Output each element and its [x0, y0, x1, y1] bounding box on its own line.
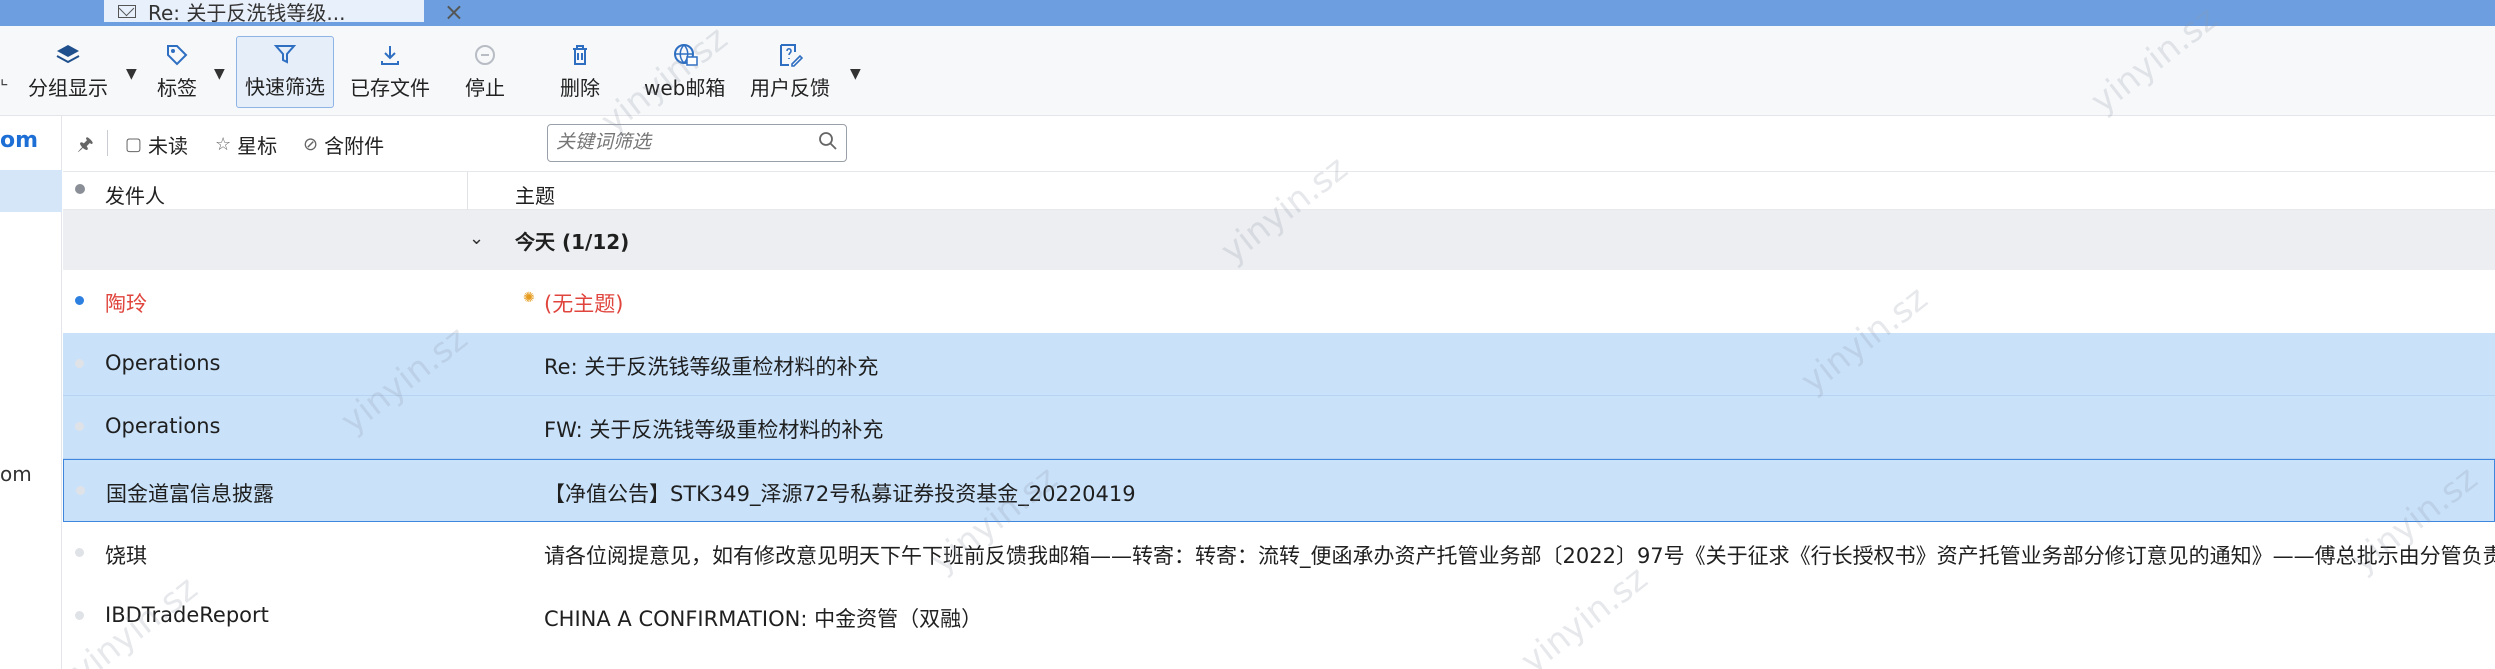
tag-dropdown-icon[interactable]: ▼: [214, 66, 225, 82]
tab-mail[interactable]: Re: 关于反洗钱等级... ×: [104, 0, 464, 26]
chevron-left-icon[interactable]: ⌞: [0, 68, 8, 89]
filter-attachment[interactable]: ⊘ 含附件: [303, 130, 384, 159]
mail-sender: 陶玲: [105, 292, 147, 316]
more-dropdown-icon[interactable]: ▼: [850, 66, 861, 82]
globe-icon: [672, 38, 698, 72]
tag-button[interactable]: 标签: [157, 38, 197, 108]
filter-starred-label: 星标: [237, 134, 278, 158]
group-display-button[interactable]: 分组显示: [28, 38, 108, 108]
group-header-today[interactable]: ⌄ 今天 (1/12): [63, 210, 2495, 270]
keyword-filter-input[interactable]: [548, 125, 798, 159]
mail-subject: FW: 关于反洗钱等级重检材料的补充: [544, 418, 884, 442]
column-sender[interactable]: 发件人: [105, 180, 165, 209]
mail-subject: 请各位阅提意见，如有修改意见明天下午下班前反馈我邮箱——转寄：转寄：流转_便函承…: [544, 544, 2495, 568]
quick-filter-label: 快速筛选: [245, 75, 325, 99]
toolbar: ⌞ 分组显示 ▼ 标签 ▼ 快速筛选 已存文件 停止 删除 web邮箱 用户反馈…: [0, 26, 2495, 116]
mail-sender: 国金道富信息披露: [106, 482, 274, 506]
tag-label: 标签: [157, 76, 197, 100]
group-display-dropdown-icon[interactable]: ▼: [126, 66, 137, 82]
trash-icon: [568, 38, 592, 72]
column-header: 发件人 主题: [63, 172, 2495, 210]
keyword-filter: [547, 124, 847, 162]
divider: [107, 130, 108, 156]
web-mail-label: web邮箱: [644, 76, 726, 100]
paperclip-icon: ⊘: [303, 134, 319, 155]
delete-label: 删除: [560, 76, 600, 100]
mail-row[interactable]: IBDTradeReport CHINA A CONFIRMATION: 中金资…: [63, 585, 2495, 648]
tab-title: Re: 关于反洗钱等级...: [148, 0, 346, 25]
account-label[interactable]: om: [0, 128, 38, 153]
group-display-label: 分组显示: [28, 76, 108, 100]
feedback-label: 用户反馈: [750, 76, 830, 100]
read-dot-icon: [76, 486, 85, 495]
unread-dot-icon: [75, 296, 84, 305]
tag-icon: [165, 38, 189, 72]
download-icon: [378, 38, 402, 72]
feedback-icon: [777, 38, 803, 72]
chevron-down-icon[interactable]: ⌄: [469, 228, 484, 249]
search-icon[interactable]: [818, 131, 838, 155]
account-label-secondary[interactable]: om: [0, 462, 32, 486]
selected-folder[interactable]: [0, 170, 62, 212]
read-dot-icon: [75, 611, 84, 620]
mail-sender: IBDTradeReport: [105, 603, 269, 627]
read-status-column-icon[interactable]: [75, 184, 85, 194]
mail-row[interactable]: 陶玲 ✺ (无主题): [63, 270, 2495, 333]
mail-row-focused[interactable]: 国金道富信息披露 【净值公告】STK349_泽源72号私募证券投资基金_2022…: [63, 459, 2495, 522]
pin-icon[interactable]: 🖈: [77, 132, 94, 162]
mail-list: 陶玲 ✺ (无主题) Operations Re: 关于反洗钱等级重检材料的补充…: [63, 270, 2495, 648]
mail-row[interactable]: Operations Re: 关于反洗钱等级重检材料的补充: [63, 333, 2495, 396]
filter-unread[interactable]: ▢ 未读: [125, 130, 188, 159]
folder-pane: om om: [0, 116, 62, 669]
sun-icon: ✺: [523, 290, 535, 306]
feedback-button[interactable]: 用户反馈: [750, 38, 830, 108]
filter-unread-label: 未读: [148, 134, 189, 158]
column-divider[interactable]: [467, 172, 468, 210]
read-dot-icon: [75, 422, 84, 431]
stop-icon: [473, 38, 497, 72]
filter-bar: 🖈 ▢ 未读 ☆ 星标 ⊘ 含附件: [63, 116, 2495, 172]
filter-starred[interactable]: ☆ 星标: [215, 130, 277, 159]
mail-subject: 【净值公告】STK349_泽源72号私募证券投资基金_20220419: [544, 482, 1136, 506]
mail-row[interactable]: 饶琪 请各位阅提意见，如有修改意见明天下午下班前反馈我邮箱——转寄：转寄：流转_…: [63, 522, 2495, 585]
group-label: 今天 (1/12): [515, 230, 630, 254]
mail-sender: Operations: [105, 351, 221, 375]
mail-subject: (无主题): [544, 292, 624, 316]
layers-icon: [55, 38, 81, 72]
tab-strip: Re: 关于反洗钱等级... ×: [0, 0, 2495, 26]
mail-sender: Operations: [105, 414, 221, 438]
close-icon[interactable]: ×: [444, 0, 464, 26]
stop-button[interactable]: 停止: [465, 38, 505, 108]
mail-sender: 饶琪: [105, 544, 147, 568]
star-icon: ☆: [215, 134, 232, 155]
saved-files-label: 已存文件: [350, 76, 430, 100]
filter-attachment-label: 含附件: [324, 134, 385, 158]
envelope-icon: [118, 4, 136, 18]
mail-row[interactable]: Operations FW: 关于反洗钱等级重检材料的补充: [63, 396, 2495, 459]
delete-button[interactable]: 删除: [560, 38, 600, 108]
filter-icon: [273, 37, 297, 71]
mail-subject: CHINA A CONFIRMATION: 中金资管（双融）: [544, 607, 983, 631]
quick-filter-button[interactable]: 快速筛选: [236, 36, 334, 108]
read-dot-icon: [75, 548, 84, 557]
unread-icon: ▢: [125, 134, 143, 155]
column-subject[interactable]: 主题: [515, 180, 555, 209]
read-dot-icon: [75, 359, 84, 368]
saved-files-button[interactable]: 已存文件: [350, 38, 430, 108]
stop-label: 停止: [465, 76, 505, 100]
web-mail-button[interactable]: web邮箱: [644, 38, 725, 108]
mail-subject: Re: 关于反洗钱等级重检材料的补充: [544, 355, 879, 379]
